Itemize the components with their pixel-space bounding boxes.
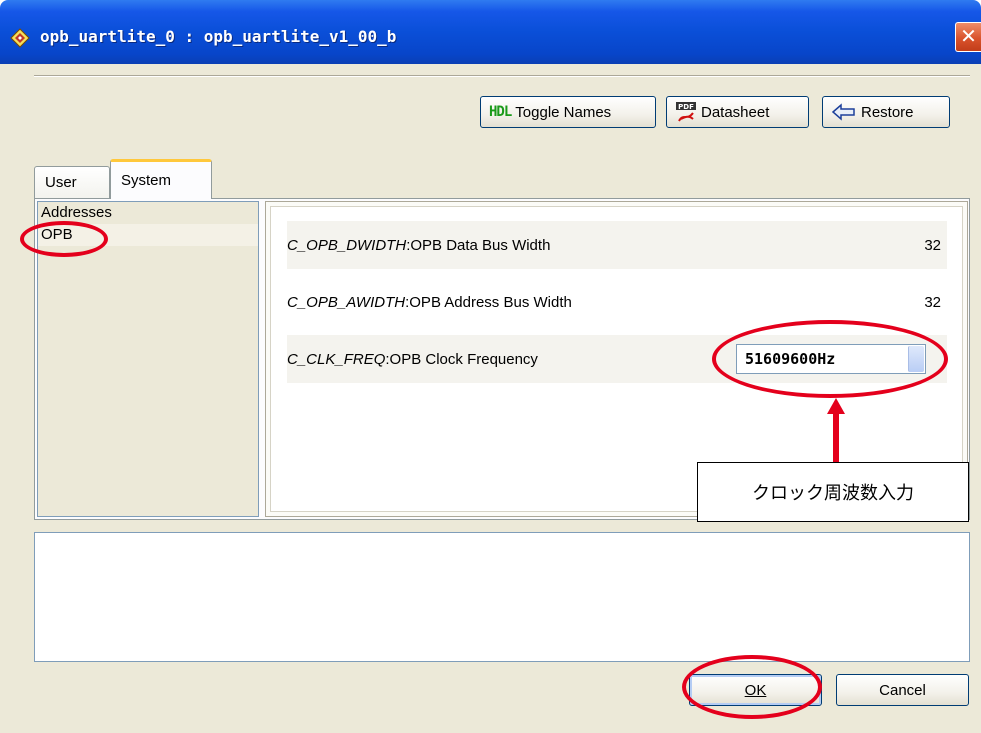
cancel-button[interactable]: Cancel: [836, 674, 969, 706]
category-list: Addresses OPB: [37, 201, 259, 517]
tab-system[interactable]: System: [110, 159, 212, 199]
param-label: C_OPB_DWIDTH:OPB Data Bus Width: [287, 236, 551, 254]
param-desc: OPB Clock Frequency: [389, 350, 538, 368]
annotation-text: クロック周波数入力: [752, 483, 914, 504]
param-name: C_CLK_FREQ: [287, 350, 386, 368]
cancel-label: Cancel: [879, 681, 926, 699]
app-icon: [10, 28, 30, 48]
category-item-opb[interactable]: OPB: [38, 224, 258, 246]
ok-label: OK: [744, 681, 767, 699]
category-label: Addresses: [41, 204, 112, 221]
annotation-arrow: [827, 398, 845, 464]
tab-system-label: System: [121, 172, 172, 189]
close-button[interactable]: ✕: [955, 22, 981, 52]
param-row-opb-dwidth: C_OPB_DWIDTH:OPB Data Bus Width 32: [287, 221, 947, 269]
param-value: 32: [924, 236, 941, 254]
param-label: C_CLK_FREQ:OPB Clock Frequency: [287, 350, 538, 368]
title-bar: opb_uartlite_0 : opb_uartlite_v1_00_b ✕: [0, 0, 981, 64]
param-desc: OPB Address Bus Width: [409, 293, 572, 311]
restore-icon: [831, 103, 855, 121]
tab-user-label: User: [45, 174, 77, 191]
restore-label: Restore: [861, 103, 914, 121]
datasheet-button[interactable]: PDF Datasheet: [666, 96, 809, 128]
param-label: C_OPB_AWIDTH:OPB Address Bus Width: [287, 293, 572, 311]
param-value: 32: [924, 293, 941, 311]
toggle-names-label: Toggle Names: [515, 103, 612, 121]
toggle-names-button[interactable]: HDL Toggle Names: [480, 96, 656, 128]
frequency-spinner[interactable]: [908, 346, 924, 372]
tab-user[interactable]: User: [34, 166, 110, 198]
hdl-icon: HDL: [489, 104, 512, 120]
param-name: C_OPB_DWIDTH: [287, 236, 407, 254]
datasheet-label: Datasheet: [701, 103, 770, 121]
clock-frequency-input[interactable]: 51609600Hz: [736, 344, 926, 374]
pdf-icon: PDF: [676, 102, 696, 122]
restore-button[interactable]: Restore: [822, 96, 950, 128]
category-item-addresses[interactable]: Addresses: [38, 202, 258, 224]
pdf-icon-text: PDF: [678, 103, 694, 111]
param-row-opb-awidth: C_OPB_AWIDTH:OPB Address Bus Width 32: [287, 275, 947, 329]
ok-button[interactable]: OK: [689, 674, 822, 706]
category-label: OPB: [41, 226, 73, 243]
window-title: opb_uartlite_0 : opb_uartlite_v1_00_b: [40, 27, 397, 46]
description-area: [34, 532, 970, 662]
param-name: C_OPB_AWIDTH: [287, 293, 406, 311]
annotation-callout: クロック周波数入力: [697, 462, 969, 522]
close-icon: ✕: [960, 26, 977, 48]
separator-highlight: [34, 76, 970, 77]
param-desc: OPB Data Bus Width: [410, 236, 551, 254]
